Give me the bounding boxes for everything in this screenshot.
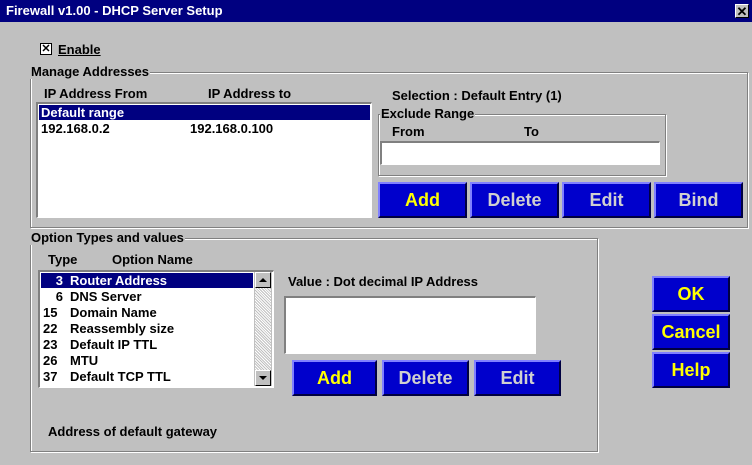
ok-button[interactable]: OK — [652, 276, 730, 312]
list-item[interactable]: 23 Default IP TTL — [41, 337, 253, 352]
option-description: Address of default gateway — [48, 424, 218, 439]
manage-edit-button[interactable]: Edit — [562, 182, 651, 218]
list-item[interactable]: 192.168.0.2 192.168.0.100 — [41, 121, 361, 136]
enable-label[interactable]: Enable — [58, 42, 101, 57]
selection-text: Selection : Default Entry (1) — [392, 88, 562, 103]
exclude-range-title: Exclude Range — [380, 106, 476, 121]
list-item[interactable]: 37 Default TCP TTL — [41, 369, 253, 384]
option-types-list[interactable]: 3 Router Address 6 DNS Server 15 Domain … — [38, 270, 274, 388]
scroll-track[interactable] — [255, 288, 271, 370]
list-item[interactable]: 6 DNS Server — [41, 289, 253, 304]
title-bar[interactable]: Firewall v1.00 - DHCP Server Setup ✕ — [0, 0, 752, 22]
value-label: Value : Dot decimal IP Address — [288, 274, 479, 289]
manage-bind-button[interactable]: Bind — [654, 182, 743, 218]
manage-add-button[interactable]: Add — [378, 182, 467, 218]
exclude-from-label: From — [392, 124, 425, 139]
option-types-title: Option Types and values — [30, 230, 185, 245]
option-list-scrollbar[interactable] — [254, 272, 272, 386]
list-item[interactable]: 3 Router Address — [41, 273, 253, 288]
list-item[interactable]: 22 Reassembly size — [41, 321, 253, 336]
option-delete-button[interactable]: Delete — [382, 360, 469, 396]
exclude-to-label: To — [524, 124, 539, 139]
exclude-range-input[interactable] — [380, 141, 660, 165]
arrow-down-icon — [259, 376, 267, 380]
cancel-button[interactable]: Cancel — [652, 314, 730, 350]
option-value-input[interactable] — [284, 296, 536, 354]
enable-checkbox[interactable]: ✕ — [40, 43, 52, 55]
window-title: Firewall v1.00 - DHCP Server Setup — [6, 3, 223, 18]
manage-addresses-title: Manage Addresses — [30, 64, 151, 79]
close-button[interactable]: ✕ — [735, 4, 749, 18]
ip-to-column-header: IP Address to — [208, 86, 292, 101]
list-item[interactable]: 15 Domain Name — [41, 305, 253, 320]
option-add-button[interactable]: Add — [292, 360, 377, 396]
arrow-up-icon — [259, 278, 267, 282]
manage-delete-button[interactable]: Delete — [470, 182, 559, 218]
ip-from-column-header: IP Address From — [44, 86, 148, 101]
address-range-list[interactable]: Default range 192.168.0.2 192.168.0.100 — [36, 102, 372, 218]
scroll-down-button[interactable] — [255, 370, 271, 386]
help-button[interactable]: Help — [652, 352, 730, 388]
option-edit-button[interactable]: Edit — [474, 360, 561, 396]
type-column-header: Type — [48, 252, 78, 267]
list-item[interactable]: Default range — [39, 105, 370, 120]
scroll-up-button[interactable] — [255, 272, 271, 288]
option-name-column-header: Option Name — [112, 252, 193, 267]
list-item[interactable]: 26 MTU — [41, 353, 253, 368]
dhcp-setup-window: Firewall v1.00 - DHCP Server Setup ✕ ✕ E… — [0, 0, 752, 465]
